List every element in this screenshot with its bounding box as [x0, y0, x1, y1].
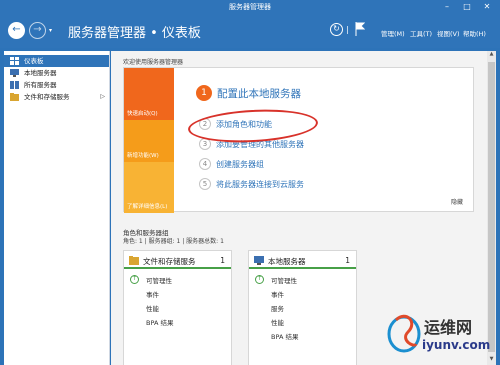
- watermark-url: iyunv.com: [422, 338, 491, 352]
- history-dropdown-icon[interactable]: ▾: [49, 27, 52, 34]
- card-row-bpa[interactable]: BPA 结果: [146, 317, 173, 327]
- storage-icon: [10, 93, 19, 101]
- watermark-name: 运维网: [424, 318, 473, 337]
- expand-arrow-icon[interactable]: ▷: [100, 91, 105, 103]
- scroll-up-icon[interactable]: ▲: [487, 51, 496, 60]
- card-row-events[interactable]: 事件: [146, 289, 159, 299]
- step-number: 5: [199, 178, 211, 190]
- card-row-manageability[interactable]: 可管理性: [271, 275, 297, 285]
- back-arrow-icon: ←: [12, 24, 21, 35]
- tile-learn-more[interactable]: 了解详细信息(L): [124, 162, 174, 213]
- card-local-server[interactable]: 本地服务器 1 ↑ 可管理性 事件 服务 性能 BPA 结果: [248, 250, 357, 365]
- back-button[interactable]: ←: [8, 22, 25, 39]
- menu-view[interactable]: 视图(V): [437, 28, 460, 38]
- tile-label: 快速启动(Q): [127, 111, 158, 117]
- toolbar-header: ← → ▾ 服务器管理器 • 仪表板 ↻ | 管理(M) 工具(T) 视图(V)…: [0, 14, 500, 48]
- card-header[interactable]: 本地服务器 1: [249, 251, 356, 269]
- hide-link[interactable]: 隐藏: [451, 197, 463, 206]
- menu-manage[interactable]: 管理(M): [381, 28, 405, 38]
- groups-summary: 角色: 1 | 服务器组: 1 | 服务器总数: 1: [123, 238, 224, 245]
- card-file-storage[interactable]: 文件和存储服务 1 ↑ 可管理性 事件 性能 BPA 结果: [123, 250, 232, 365]
- sidebar-item-local-server[interactable]: 本地服务器: [4, 67, 109, 79]
- maximize-button[interactable]: □: [460, 1, 474, 12]
- sidebar-item-file-storage[interactable]: 文件和存储服务 ▷: [4, 91, 109, 103]
- sidebar: 仪表板 本地服务器 所有服务器 文件和存储服务 ▷: [4, 51, 110, 365]
- servers-icon: [10, 81, 19, 89]
- step-link[interactable]: 配置此本地服务器: [217, 86, 301, 101]
- sidebar-item-label: 所有服务器: [24, 81, 57, 89]
- step-create-server-group[interactable]: 4 创建服务器组: [199, 158, 264, 172]
- card-count: 1: [220, 256, 225, 265]
- status-up-icon: ↑: [130, 275, 139, 284]
- card-count: 1: [345, 256, 350, 265]
- card-header[interactable]: 文件和存储服务 1: [124, 251, 231, 269]
- storage-icon: [129, 256, 139, 265]
- card-row-manageability[interactable]: 可管理性: [146, 275, 172, 285]
- breadcrumb: 服务器管理器 • 仪表板: [68, 26, 201, 41]
- step-configure-local-server[interactable]: 1 配置此本地服务器: [196, 85, 301, 101]
- server-icon: [10, 69, 19, 77]
- card-row-performance[interactable]: 性能: [146, 303, 159, 313]
- tile-whats-new[interactable]: 新增功能(W): [124, 120, 174, 162]
- forward-button[interactable]: →: [29, 22, 46, 39]
- refresh-icon[interactable]: ↻: [330, 23, 343, 36]
- sidebar-item-dashboard[interactable]: 仪表板: [4, 55, 109, 67]
- welcome-heading: 欢迎使用服务器管理器: [123, 59, 184, 66]
- step-link[interactable]: 将此服务器连接到云服务: [216, 179, 304, 190]
- welcome-panel: 快速启动(Q) 新增功能(W) 了解详细信息(L) 1 配置此本地服务器 2 添加角…: [123, 67, 474, 213]
- step-link[interactable]: 创建服务器组: [216, 159, 264, 170]
- card-row-events[interactable]: 事件: [271, 289, 284, 299]
- card-row-services[interactable]: 服务: [271, 303, 284, 313]
- watermark: 运维网 iyunv.com: [386, 304, 498, 362]
- minimize-button[interactable]: –: [440, 1, 454, 12]
- close-button[interactable]: ✕: [480, 1, 494, 12]
- menu-tools[interactable]: 工具(T): [410, 28, 432, 38]
- card-title: 本地服务器: [268, 257, 306, 266]
- divider-icon: |: [346, 25, 349, 34]
- sidebar-item-all-servers[interactable]: 所有服务器: [4, 79, 109, 91]
- tile-quick-start[interactable]: 快速启动(Q): [124, 68, 174, 120]
- sidebar-item-label: 文件和存储服务: [24, 93, 70, 101]
- status-up-icon: ↑: [255, 275, 264, 284]
- sidebar-item-label: 本地服务器: [24, 69, 57, 77]
- watermark-logo-icon: [387, 314, 421, 353]
- server-icon: [254, 256, 264, 265]
- notifications-flag-icon[interactable]: [355, 22, 366, 39]
- step-number: 4: [199, 158, 211, 170]
- step-connect-cloud[interactable]: 5 将此服务器连接到云服务: [199, 178, 304, 192]
- dashboard-icon: [10, 57, 19, 65]
- tile-label: 新增功能(W): [127, 153, 159, 159]
- step-number: 1: [196, 85, 212, 101]
- card-row-bpa[interactable]: BPA 结果: [271, 331, 298, 341]
- sidebar-item-label: 仪表板: [24, 57, 44, 65]
- forward-arrow-icon: →: [33, 24, 42, 35]
- title-bar: 服务器管理器 – □ ✕: [0, 0, 500, 14]
- menu-help[interactable]: 帮助(H): [463, 28, 486, 38]
- window-title: 服务器管理器: [229, 3, 271, 11]
- tile-label: 了解详细信息(L): [127, 204, 168, 210]
- card-title: 文件和存储服务: [143, 257, 196, 266]
- card-row-performance[interactable]: 性能: [271, 317, 284, 327]
